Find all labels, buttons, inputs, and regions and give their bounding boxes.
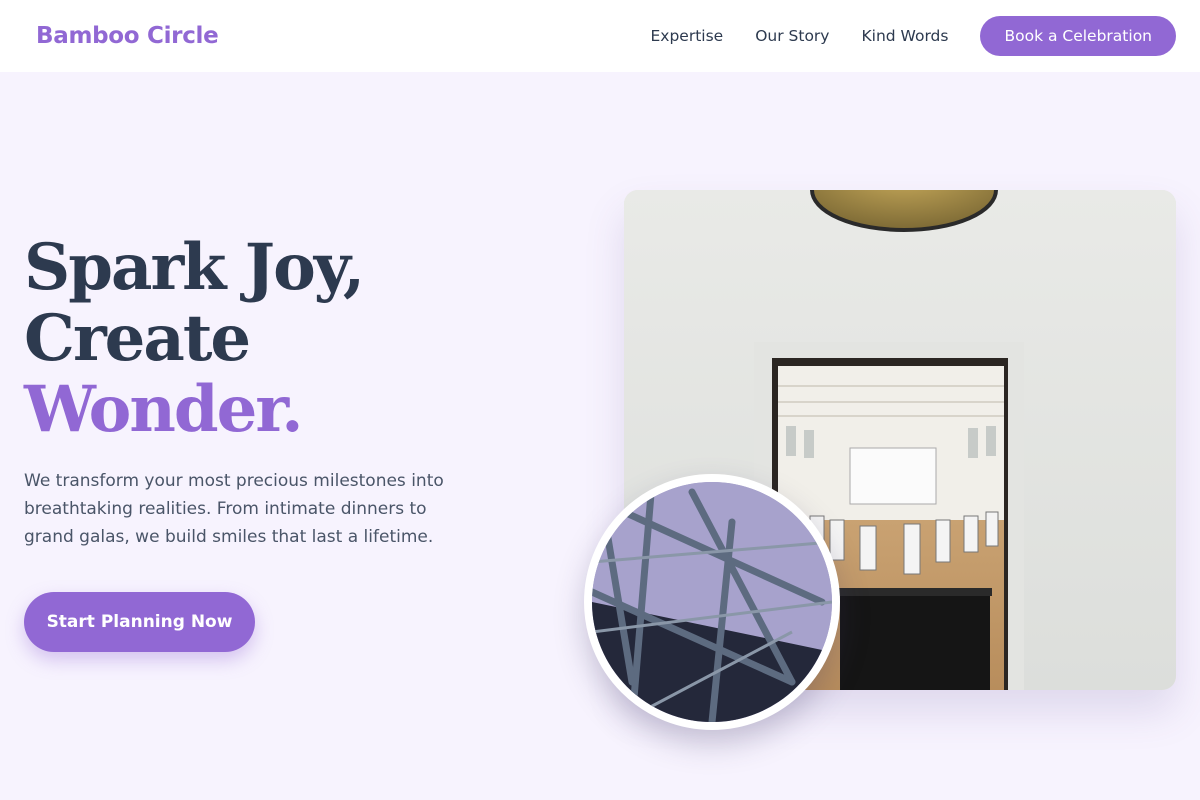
book-celebration-button[interactable]: Book a Celebration [980, 16, 1176, 56]
main-nav: Expertise Our Story Kind Words Book a Ce… [618, 16, 1176, 56]
headline-line-1: Spark Joy, [24, 230, 365, 305]
headline-line-2: Create [24, 301, 251, 376]
nav-link-kind-words[interactable]: Kind Words [861, 27, 948, 45]
site-header: Bamboo Circle Expertise Our Story Kind W… [0, 0, 1200, 72]
nav-link-expertise[interactable]: Expertise [650, 27, 723, 45]
start-planning-button[interactable]: Start Planning Now [24, 592, 255, 652]
scaffolding-image [584, 474, 840, 730]
hero-subtext: We transform your most precious mileston… [24, 471, 444, 547]
scaffolding-illustration [592, 482, 832, 722]
hero-headline: Spark Joy, Create Wonder. [24, 232, 494, 445]
hero-text: Spark Joy, Create Wonder. We transform y… [24, 232, 494, 551]
nav-link-our-story[interactable]: Our Story [755, 27, 829, 45]
logo[interactable]: Bamboo Circle [36, 23, 219, 49]
headline-accent: Wonder. [24, 372, 303, 447]
